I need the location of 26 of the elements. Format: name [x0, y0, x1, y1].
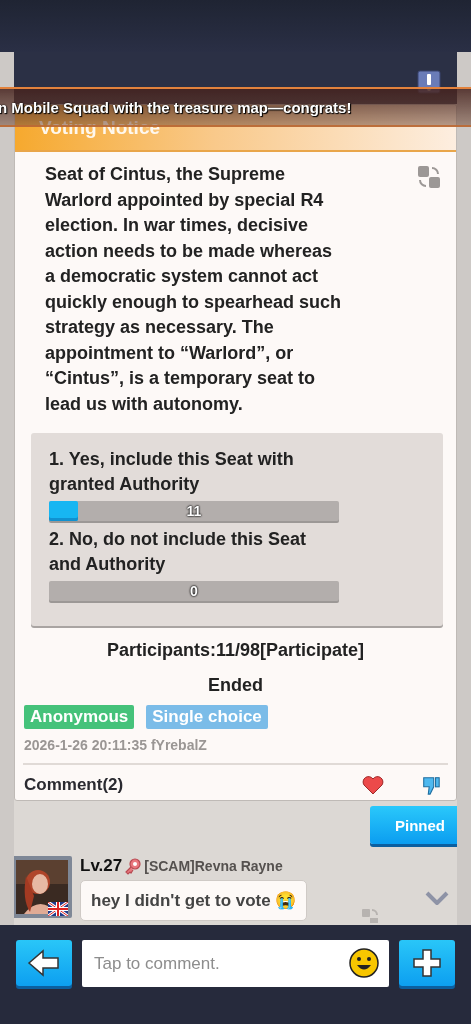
vote-count: 0: [190, 582, 198, 601]
translate-icon[interactable]: [416, 164, 442, 190]
option-label: 1. Yes, include this Seat with granted Authority: [49, 448, 295, 496]
comment-text: hey I didn't get to vote 😭: [80, 880, 308, 921]
heart-icon[interactable]: [362, 775, 384, 795]
thumbs-down-icon[interactable]: [420, 775, 442, 795]
tag: Anonymous: [24, 705, 135, 729]
player-name[interactable]: [SCAM]Revna Rayne: [144, 858, 283, 874]
add-button[interactable]: [399, 940, 455, 986]
smiley-icon[interactable]: [349, 948, 379, 978]
flag-icon: [48, 902, 68, 916]
tag: Single choice: [146, 705, 268, 729]
timestamp: 2026-1-26 20:11:35 fYrebalZ: [23, 737, 208, 753]
arrow-left-icon: [27, 949, 61, 977]
card-title: Voting Notice: [39, 116, 161, 139]
status-text: Ended: [207, 675, 264, 696]
comment-count: Comment(2): [24, 775, 125, 795]
comment-input[interactable]: Tap to comment.: [82, 940, 389, 987]
plus-icon: [412, 948, 442, 978]
participants-text: Participants:11/98[Participate]: [105, 640, 366, 661]
key-icon: [124, 857, 143, 875]
vote-count: 11: [186, 502, 202, 521]
notice-text: Seat of Cintus, the Supreme Warlord appointed by special R4 election. In war times, decisive action needs to be made whereas a democratic system cannot act quickly enough to spearhead such strategy as necessary. The appointment to “Warlord”, or “Cintus”, is a temporary seat to lead us with autonomy.: [45, 163, 343, 416]
player-level: Lv.27: [80, 856, 123, 876]
back-button[interactable]: [16, 940, 72, 986]
option-label: 2. No, do not include this Seat and Authority: [49, 528, 308, 576]
